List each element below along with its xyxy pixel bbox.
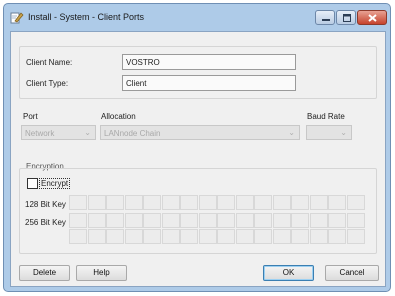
key-128-label: 128 Bit Key <box>25 200 66 209</box>
key-128-byte-field[interactable] <box>180 195 198 210</box>
dialog-window: Install - System - Client Ports Client N… <box>3 3 391 292</box>
key-256-byte-field[interactable] <box>217 229 235 244</box>
client-name-field[interactable]: VOSTRO <box>122 54 296 70</box>
key-128-byte-field[interactable] <box>309 195 328 210</box>
key-128-byte-field[interactable] <box>272 195 291 210</box>
key-256-byte-field[interactable] <box>198 229 217 244</box>
key-128-byte-field[interactable] <box>69 195 87 210</box>
key-128-byte-field[interactable] <box>106 195 124 210</box>
key-256-byte-field[interactable] <box>124 229 143 244</box>
port-label: Port <box>23 112 38 121</box>
client-name-label: Client Name: <box>26 58 73 67</box>
key-256-byte-field[interactable] <box>180 213 198 228</box>
key-128-byte-field[interactable] <box>124 195 143 210</box>
baud-rate-label: Baud Rate <box>307 112 345 121</box>
key-256-byte-field[interactable] <box>87 229 106 244</box>
chevron-down-icon: ⌄ <box>288 128 295 137</box>
key-128-byte-field[interactable] <box>87 195 106 210</box>
key-256-byte-field[interactable] <box>106 213 124 228</box>
key-128-byte-field[interactable] <box>254 195 272 210</box>
minimize-icon <box>322 19 330 21</box>
key-256-byte-field[interactable] <box>272 229 291 244</box>
close-button[interactable] <box>357 10 387 25</box>
window-title: Install - System - Client Ports <box>28 12 145 22</box>
port-select-value: Network <box>25 129 55 138</box>
title-bar[interactable]: Install - System - Client Ports <box>4 4 390 30</box>
allocation-label: Allocation <box>101 112 136 121</box>
key-256-byte-field[interactable] <box>143 229 161 244</box>
close-icon <box>368 14 377 22</box>
key-256-byte-field[interactable] <box>346 229 365 244</box>
key-256-byte-field[interactable] <box>87 213 106 228</box>
key-256-byte-field[interactable] <box>124 213 143 228</box>
key-256-byte-field[interactable] <box>291 213 309 228</box>
client-type-field[interactable]: Client <box>122 75 296 91</box>
key-256-byte-field[interactable] <box>69 213 87 228</box>
key-256-byte-field[interactable] <box>217 213 235 228</box>
key-256-byte-field[interactable] <box>161 229 180 244</box>
ok-button[interactable]: OK <box>263 265 314 281</box>
minimize-button[interactable] <box>315 10 335 25</box>
key-256-byte-field[interactable] <box>272 213 291 228</box>
maximize-icon <box>343 14 351 22</box>
chevron-down-icon: ⌄ <box>340 128 347 137</box>
key-256-byte-field[interactable] <box>309 229 328 244</box>
key-256-byte-field[interactable] <box>143 213 161 228</box>
key-256-byte-field[interactable] <box>69 229 87 244</box>
key-128-byte-field[interactable] <box>328 195 346 210</box>
client-type-label: Client Type: <box>26 79 69 88</box>
key-256-label: 256 Bit Key <box>25 218 66 227</box>
install-wrench-icon <box>10 12 24 24</box>
key-128-byte-field[interactable] <box>291 195 309 210</box>
key-256-byte-field[interactable] <box>309 213 328 228</box>
key-256-byte-field[interactable] <box>180 229 198 244</box>
delete-button[interactable]: Delete <box>19 265 70 281</box>
key-256-byte-field[interactable] <box>254 213 272 228</box>
key-128-byte-field[interactable] <box>217 195 235 210</box>
key-256-byte-field[interactable] <box>291 229 309 244</box>
key-128-byte-field[interactable] <box>143 195 161 210</box>
key-256-byte-field[interactable] <box>254 229 272 244</box>
help-button[interactable]: Help <box>76 265 127 281</box>
key-256-byte-field[interactable] <box>235 213 254 228</box>
chevron-down-icon: ⌄ <box>84 128 91 137</box>
key-256-byte-field[interactable] <box>346 213 365 228</box>
key-256-byte-field[interactable] <box>328 229 346 244</box>
key-128-byte-field[interactable] <box>198 195 217 210</box>
key-256-byte-field[interactable] <box>161 213 180 228</box>
key-128-byte-field[interactable] <box>346 195 365 210</box>
key-256-byte-field[interactable] <box>198 213 217 228</box>
encrypt-checkbox[interactable] <box>27 178 38 189</box>
baud-rate-select[interactable]: ⌄ <box>306 125 352 140</box>
port-select[interactable]: Network ⌄ <box>21 125 96 140</box>
dialog-body: Client Name: VOSTRO Client Type: Client … <box>10 31 386 287</box>
key-256-byte-field[interactable] <box>106 229 124 244</box>
key-128-byte-field[interactable] <box>161 195 180 210</box>
key-128-byte-field[interactable] <box>235 195 254 210</box>
maximize-button[interactable] <box>336 10 356 25</box>
cancel-button[interactable]: Cancel <box>325 265 379 281</box>
allocation-select-value: LANnode Chain <box>104 129 161 138</box>
key-256-byte-field[interactable] <box>328 213 346 228</box>
encrypt-checkbox-label[interactable]: Encrypt <box>39 178 71 189</box>
allocation-select[interactable]: LANnode Chain ⌄ <box>100 125 300 140</box>
key-256-byte-field[interactable] <box>235 229 254 244</box>
